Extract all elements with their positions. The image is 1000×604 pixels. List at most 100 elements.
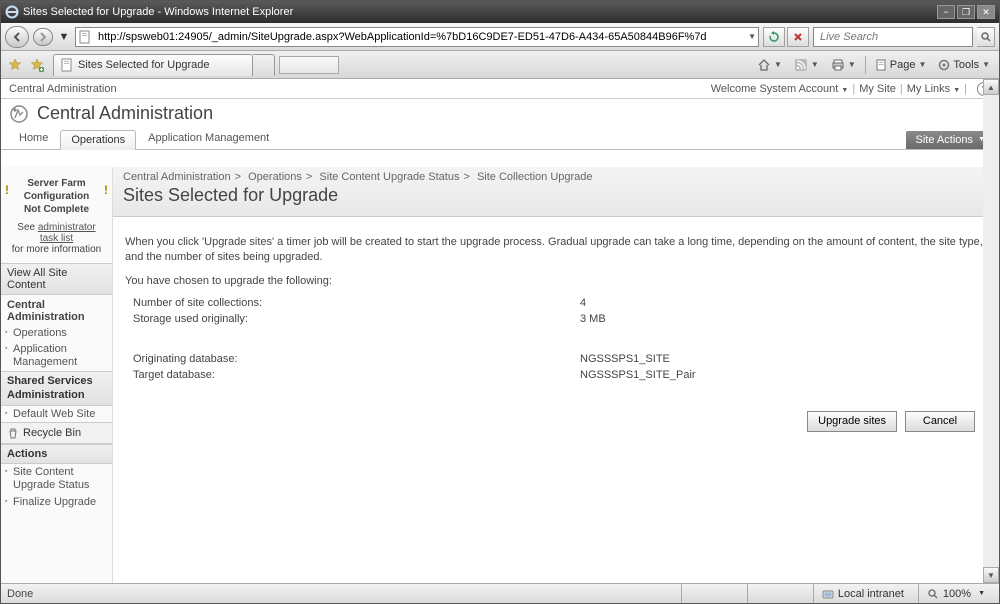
tab-operations[interactable]: Operations xyxy=(60,130,136,150)
zoom-value: 100% xyxy=(943,588,971,600)
scroll-track[interactable] xyxy=(983,95,999,567)
kv-label: Storage used originally: xyxy=(125,313,580,325)
nav-item-site-content-upgrade-status[interactable]: Site Content Upgrade Status xyxy=(1,464,112,494)
scroll-up-button[interactable]: ▲ xyxy=(983,79,999,95)
tools-menu[interactable]: Tools▼ xyxy=(933,55,995,75)
nav-item-app-management[interactable]: Application Management xyxy=(1,341,112,371)
central-admin-logo-icon xyxy=(9,104,29,124)
nav-item-default-web-site[interactable]: Default Web Site xyxy=(1,406,112,422)
back-button[interactable] xyxy=(5,26,29,48)
kv-value: 3 MB xyxy=(580,313,983,325)
bc-central-admin[interactable]: Central Administration xyxy=(123,171,231,183)
zone-label: Local intranet xyxy=(838,588,904,600)
search-box[interactable] xyxy=(813,27,973,47)
refresh-button[interactable] xyxy=(763,27,785,47)
nav-head-shared-services: Shared Services Administration xyxy=(1,371,112,405)
kv-value: NGSSSPS1_SITE_Pair xyxy=(580,369,983,381)
new-tab-button[interactable] xyxy=(253,54,275,76)
kv-label: Originating database: xyxy=(125,353,580,365)
bc-operations[interactable]: Operations xyxy=(248,171,302,183)
breadcrumb: Central Administration> Operations> Site… xyxy=(123,171,989,183)
recent-pages-dropdown[interactable]: ▼ xyxy=(57,26,71,48)
security-zone[interactable]: Local intranet xyxy=(813,584,912,603)
sp-main: Central Administration> Operations> Site… xyxy=(113,167,999,583)
button-row: Upgrade sites Cancel xyxy=(125,383,983,432)
sp-site-label: Central Administration xyxy=(9,83,711,95)
page-menu[interactable]: Page▼ xyxy=(870,55,932,75)
config-warning: ! ! Server Farm Configuration Not Comple… xyxy=(1,167,112,263)
warn-see: See xyxy=(17,222,38,233)
url-dropdown-icon[interactable]: ▼ xyxy=(748,32,756,41)
kv-label: Target database: xyxy=(125,369,580,381)
page-title: Sites Selected for Upgrade xyxy=(123,185,989,206)
welcome-menu[interactable]: Welcome System Account ▼ xyxy=(711,83,849,95)
nav-head-central-admin: Central Administration xyxy=(1,295,112,325)
kv-label: Number of site collections: xyxy=(125,297,580,309)
status-cell xyxy=(681,584,741,603)
zoom-icon xyxy=(927,588,939,600)
page-content: Central Administration Welcome System Ac… xyxy=(1,79,999,583)
tab-row: Sites Selected for Upgrade ▼ ▼ ▼ Page▼ T… xyxy=(1,51,999,79)
sp-app-title: Central Administration xyxy=(37,103,213,124)
feeds-button[interactable]: ▼ xyxy=(789,55,824,75)
warn-text: Server Farm xyxy=(27,178,85,189)
bc-current: Site Collection Upgrade xyxy=(477,171,593,183)
minimize-button[interactable]: − xyxy=(937,5,955,19)
sp-title-row: Central Administration xyxy=(1,99,999,128)
close-button[interactable]: ✕ xyxy=(977,5,995,19)
tab-page-icon xyxy=(60,58,74,72)
site-actions-menu[interactable]: Site Actions xyxy=(906,131,991,149)
ie-icon xyxy=(5,5,19,19)
home-button[interactable]: ▼ xyxy=(752,55,787,75)
print-button[interactable]: ▼ xyxy=(826,55,861,75)
content-area: When you click 'Upgrade sites' a timer j… xyxy=(113,217,999,442)
nav-head-actions: Actions xyxy=(1,444,112,464)
recycle-bin-link[interactable]: Recycle Bin xyxy=(1,422,112,444)
warn-text: Configuration xyxy=(24,191,90,202)
nav-item-finalize-upgrade[interactable]: Finalize Upgrade xyxy=(1,494,112,510)
breadcrumb-strip: Central Administration> Operations> Site… xyxy=(113,167,999,217)
stop-button[interactable] xyxy=(787,27,809,47)
add-favorites-button[interactable] xyxy=(27,56,47,74)
tab-application-management[interactable]: Application Management xyxy=(138,129,279,149)
internet-zone-icon xyxy=(822,588,834,600)
browser-tab[interactable]: Sites Selected for Upgrade xyxy=(53,54,253,76)
zoom-control[interactable]: 100% ▼ xyxy=(918,584,993,603)
view-all-site-content[interactable]: View All Site Content xyxy=(1,263,112,295)
my-links-menu[interactable]: My Links ▼ xyxy=(907,83,960,95)
cancel-button[interactable]: Cancel xyxy=(905,411,975,432)
admin-task-list-link[interactable]: administrator task list xyxy=(38,222,96,244)
intro-text: When you click 'Upgrade sites' a timer j… xyxy=(125,235,983,265)
warn-text: Not Complete xyxy=(24,204,89,215)
kv-value: NGSSSPS1_SITE xyxy=(580,353,983,365)
quick-tabs-button[interactable] xyxy=(279,56,339,74)
favorites-center-button[interactable] xyxy=(5,56,25,74)
forward-button[interactable] xyxy=(33,28,53,46)
vertical-scrollbar[interactable]: ▲ ▼ xyxy=(983,79,999,583)
address-bar: ▼ ▼ xyxy=(1,23,999,51)
tab-home[interactable]: Home xyxy=(9,129,58,149)
table-row: Number of site collections: 4 xyxy=(125,295,983,311)
search-input[interactable] xyxy=(818,30,968,44)
recycle-label: Recycle Bin xyxy=(23,427,81,439)
restore-button[interactable]: ❐ xyxy=(957,5,975,19)
page-icon xyxy=(78,30,92,44)
scroll-down-button[interactable]: ▼ xyxy=(983,567,999,583)
window-titlebar: Sites Selected for Upgrade - Windows Int… xyxy=(1,1,999,23)
upgrade-sites-button[interactable]: Upgrade sites xyxy=(807,411,897,432)
status-bar: Done Local intranet 100% ▼ xyxy=(1,583,999,603)
search-button[interactable] xyxy=(977,27,995,47)
warn-more: for more information xyxy=(12,244,101,255)
status-cell xyxy=(747,584,807,603)
url-field[interactable]: ▼ xyxy=(75,27,759,47)
kv-value: 4 xyxy=(580,297,983,309)
table-row: Target database: NGSSSPS1_SITE_Pair xyxy=(125,367,983,383)
sp-left-nav: ! ! Server Farm Configuration Not Comple… xyxy=(1,167,113,583)
nav-item-operations[interactable]: Operations xyxy=(1,325,112,341)
warning-icon: ! xyxy=(5,183,9,197)
url-input[interactable] xyxy=(96,30,744,44)
my-site-link[interactable]: My Site xyxy=(859,83,896,95)
tools-menu-label: Tools xyxy=(953,59,979,71)
page-menu-label: Page xyxy=(890,59,916,71)
bc-site-content-upgrade-status[interactable]: Site Content Upgrade Status xyxy=(319,171,459,183)
